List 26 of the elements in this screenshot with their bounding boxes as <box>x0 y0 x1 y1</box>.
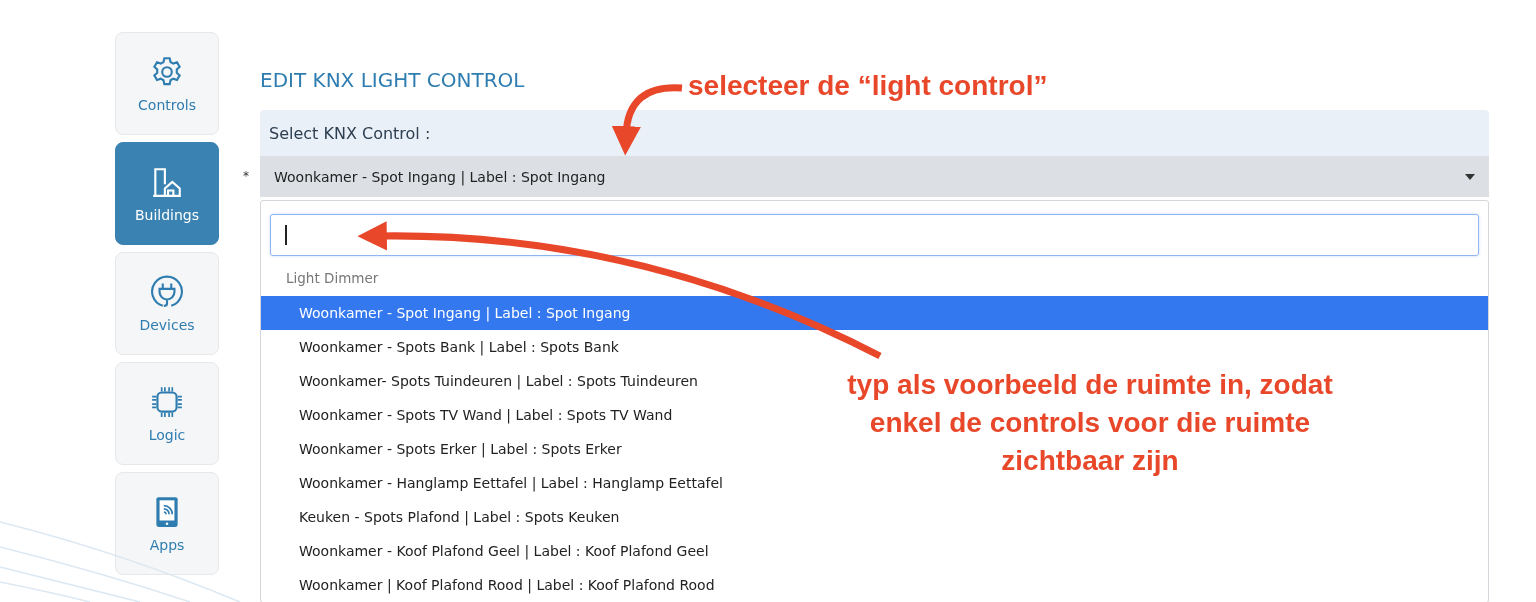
dropdown-option[interactable]: Woonkamer - Koof Plafond Geel | Label : Koof Plafond Geel <box>299 542 709 560</box>
required-mark: * <box>243 169 249 183</box>
search-field[interactable] <box>270 214 1479 256</box>
dropdown-option[interactable]: Woonkamer - Spot Ingang | Label : Spot Ingang <box>299 304 631 322</box>
plug-icon <box>150 274 184 309</box>
sidebar-item[interactable]: Devices <box>115 252 219 355</box>
sidebar-item[interactable]: Buildings <box>115 142 219 245</box>
dropdown-option[interactable]: Woonkamer - Spots Erker | Label : Spots Erker <box>299 440 622 458</box>
dropdown-option[interactable]: Woonkamer - Hanglamp Eettafel | Label : Hanglamp Eettafel <box>299 474 723 492</box>
dropdown-option[interactable]: Woonkamer - Spots TV Wand | Label : Spots TV Wand <box>299 406 673 424</box>
arrow <box>612 84 683 156</box>
page-title: EDIT KNX LIGHT CONTROL <box>260 67 525 94</box>
field-label: Select KNX Control : <box>269 123 431 143</box>
annotation-text: selecteer de “light control” <box>688 70 1048 102</box>
dropdown-option[interactable]: Woonkamer- Spots Tuindeuren | Label : Spots Tuindeuren <box>299 372 698 390</box>
annotation-text: typ als voorbeeld de ruimte in, zodat enkel de controls voor die ruimte zichtbaar zijn <box>846 368 1334 478</box>
dropdown-option[interactable]: Woonkamer - Spots Bank | Label : Spots Bank <box>299 338 619 356</box>
chip-icon <box>150 384 184 419</box>
sidebar-item[interactable]: Logic <box>115 362 219 465</box>
dropdown-option[interactable]: Keuken - Spots Plafond | Label : Spots Keuken <box>299 508 620 526</box>
sidebar-item[interactable]: Controls <box>115 32 219 135</box>
sidebar-item[interactable]: Apps <box>115 472 219 575</box>
dropdown-option[interactable]: Woonkamer | Koof Plafond Rood | Label : Koof Plafond Rood <box>299 576 715 594</box>
select-dropdown[interactable]: Woonkamer - Spot Ingang | Label : Spot Ingang <box>260 156 1489 197</box>
caret-icon <box>1465 173 1475 180</box>
group-label: Light Dimmer <box>285 269 380 288</box>
